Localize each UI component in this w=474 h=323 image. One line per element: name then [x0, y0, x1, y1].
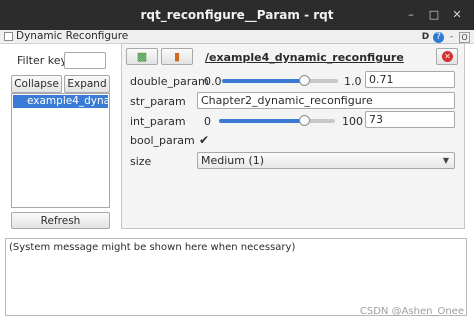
minimize-plugin-icon[interactable]: - — [446, 32, 457, 43]
window-titlebar: rqt_reconfigure__Param - rqt – □ ✕ — [0, 0, 474, 30]
int-param-label: int_param — [130, 115, 186, 128]
str-param-label: str_param — [130, 95, 186, 108]
system-message-text: (System message might be shown here when… — [9, 242, 296, 253]
double-param-input[interactable]: 0.71 — [365, 71, 455, 88]
node-tree[interactable]: example4_dyna... — [11, 93, 110, 208]
d-icon[interactable]: D — [420, 32, 431, 43]
int-param-slider[interactable] — [219, 115, 335, 126]
window-title: rqt_reconfigure__Param - rqt — [140, 8, 334, 22]
bool-param-label: bool_param — [130, 134, 195, 147]
tree-item-example4[interactable]: example4_dyna... — [13, 95, 108, 108]
double-param-label: double_param — [130, 75, 209, 88]
size-param-combobox[interactable]: Medium (1) ▼ — [197, 152, 455, 169]
collapse-all-button[interactable]: Collapse all — [11, 75, 62, 106]
watermark-text: CSDN @Ashen_Onee — [359, 306, 464, 317]
size-param-selected: Medium (1) — [201, 154, 265, 167]
close-plugin-icon[interactable]: O — [459, 31, 470, 43]
refresh-button[interactable]: Refresh — [11, 212, 110, 229]
minimize-icon[interactable]: – — [405, 9, 417, 21]
size-param-label: size — [130, 155, 152, 168]
str-param-input[interactable]: Chapter2_dynamic_reconfigure — [197, 92, 455, 109]
maximize-icon[interactable]: □ — [428, 9, 440, 21]
filter-key-label: Filter key: — [17, 54, 70, 67]
double-param-min: 0.0 — [204, 75, 222, 88]
int-param-input[interactable]: 73 — [365, 111, 455, 128]
close-circle-icon: ✕ — [442, 51, 453, 62]
int-param-slider-handle[interactable] — [299, 115, 310, 126]
node-name-link[interactable]: /example4_dynamic_reconfigure — [205, 51, 404, 64]
int-param-min: 0 — [204, 115, 211, 128]
plugin-title: Dynamic Reconfigure — [16, 30, 129, 42]
system-message-area: (System message might be shown here when… — [5, 238, 467, 316]
int-param-slider-fill — [219, 119, 304, 123]
int-param-max: 100 — [342, 115, 363, 128]
help-icon[interactable]: ? — [433, 31, 444, 43]
double-param-max: 1.0 — [344, 75, 362, 88]
bool-param-checkbox[interactable]: ✔ — [199, 134, 211, 146]
save-icon[interactable]: ▩ — [126, 48, 158, 65]
open-folder-icon[interactable]: ▮ — [161, 48, 193, 65]
filter-key-input[interactable] — [64, 52, 106, 69]
plugin-dock-checkbox[interactable] — [4, 32, 13, 41]
plugin-header: Dynamic Reconfigure D ? - O — [0, 30, 474, 44]
close-node-button[interactable]: ✕ — [436, 48, 458, 65]
double-param-slider[interactable] — [222, 75, 338, 86]
expand-all-button[interactable]: Expand all — [64, 75, 110, 106]
close-icon[interactable]: ✕ — [451, 9, 463, 21]
double-param-slider-handle[interactable] — [299, 75, 310, 86]
double-param-slider-fill — [222, 79, 304, 83]
plugin-header-icons: D ? - O — [420, 31, 470, 43]
chevron-down-icon: ▼ — [442, 156, 449, 165]
